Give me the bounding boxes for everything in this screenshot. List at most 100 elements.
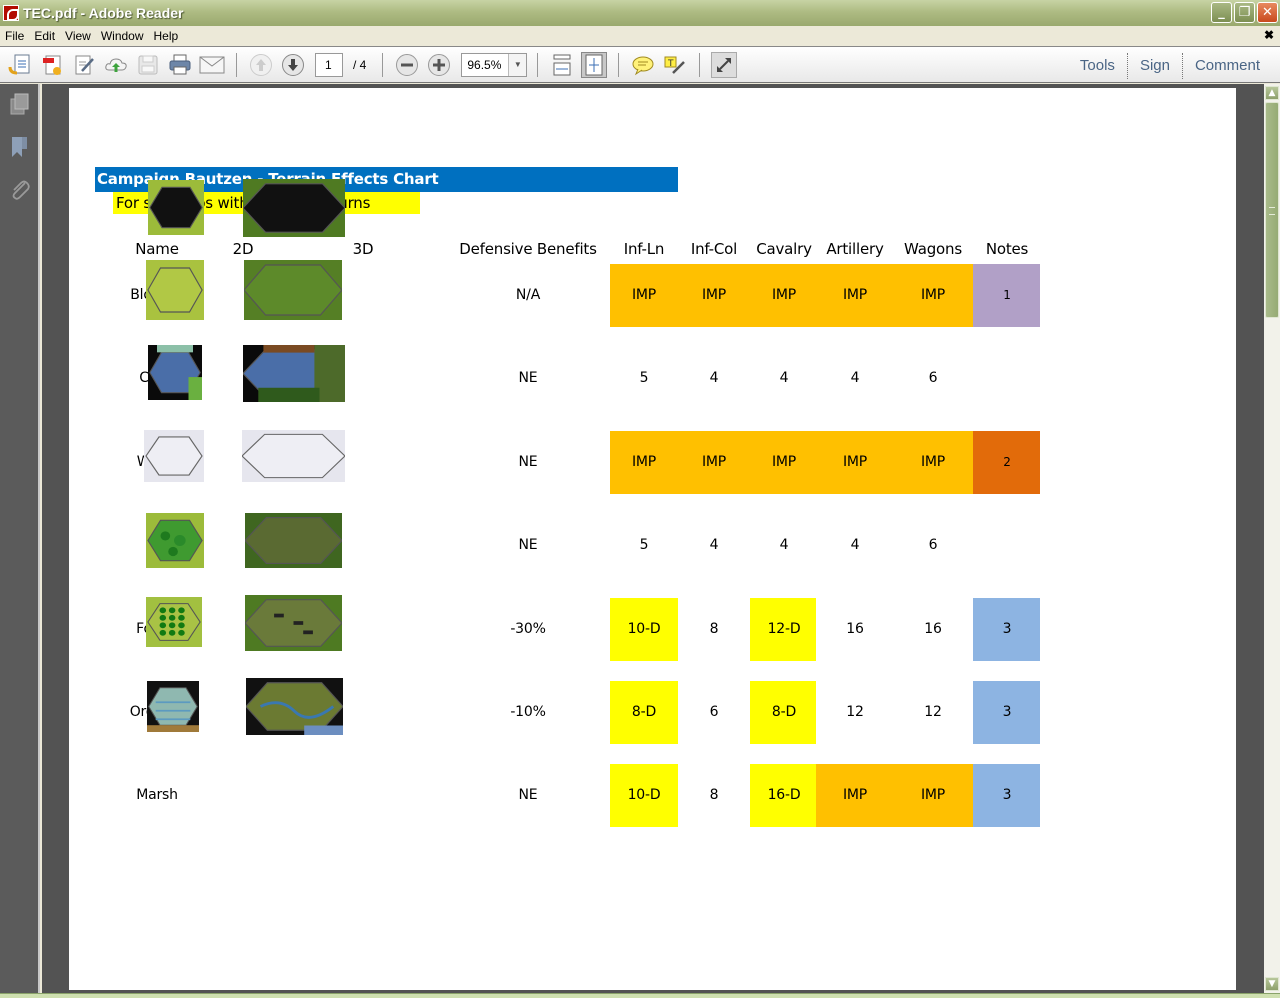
movement-cost-inf-ln: 8-D bbox=[631, 704, 657, 720]
highlight-text-icon[interactable]: T bbox=[662, 52, 688, 78]
minimize-button[interactable]: _ bbox=[1211, 2, 1232, 23]
terrain-2d-forest-image bbox=[146, 513, 204, 568]
scrollbar-thumb[interactable] bbox=[1265, 102, 1279, 318]
upload-cloud-icon[interactable] bbox=[103, 52, 129, 78]
tools-pane-button[interactable]: Tools bbox=[1068, 57, 1127, 74]
toolbar-separator bbox=[236, 52, 237, 77]
movement-cost-cavalry: IMP bbox=[771, 287, 797, 303]
column-header-3d: 3D bbox=[352, 240, 374, 258]
movement-cost-inf-ln: 5 bbox=[639, 537, 649, 553]
terrain-2d-water-image bbox=[148, 345, 202, 400]
toolbar-separator bbox=[382, 52, 384, 77]
page-number-input[interactable]: 1 bbox=[315, 52, 343, 77]
terrain-3d-marsh-image bbox=[246, 678, 343, 735]
full-screen-icon[interactable] bbox=[711, 51, 738, 78]
defensive-benefit: N/A bbox=[515, 287, 541, 303]
movement-cost-inf-ln: IMP bbox=[631, 287, 657, 303]
vertical-scrollbar[interactable]: ▲ ▼ bbox=[1264, 84, 1280, 993]
terrain-3d-blocked-image bbox=[243, 179, 345, 237]
movement-cost-inf-ln: 10-D bbox=[627, 621, 661, 637]
email-icon[interactable] bbox=[199, 52, 225, 78]
attachments-paperclip-icon[interactable] bbox=[8, 178, 32, 202]
page-total: / 4 bbox=[353, 57, 367, 72]
movement-cost-inf-col: IMP bbox=[701, 454, 727, 470]
navigation-pane bbox=[0, 84, 40, 993]
terrain-3d-ice-image bbox=[242, 430, 345, 482]
movement-cost-inf-col: 8 bbox=[709, 621, 719, 637]
movement-cost-inf-col: 8 bbox=[709, 787, 719, 803]
zoom-out-icon[interactable] bbox=[394, 52, 420, 78]
column-header-wagons: Wagons bbox=[904, 240, 962, 258]
zoom-level-value: 96.5% bbox=[467, 57, 502, 72]
edit-pdf-icon[interactable] bbox=[71, 52, 97, 78]
zoom-level-select[interactable]: 96.5% ▼ bbox=[461, 52, 528, 77]
save-icon[interactable] bbox=[135, 52, 161, 78]
movement-cost-artillery: IMP bbox=[842, 787, 868, 803]
previous-page-icon[interactable] bbox=[248, 52, 274, 78]
terrain-2d-orchard-image bbox=[146, 597, 202, 647]
scroll-down-button[interactable]: ▼ bbox=[1265, 977, 1279, 991]
movement-cost-inf-ln: 10-D bbox=[627, 787, 661, 803]
status-bar bbox=[0, 993, 1280, 998]
terrain-2d-blocked-image bbox=[148, 180, 204, 235]
movement-cost-wagons: IMP bbox=[920, 287, 946, 303]
bookmarks-icon[interactable] bbox=[8, 135, 32, 159]
close-document-icon[interactable]: ✖ bbox=[1264, 28, 1274, 42]
defensive-benefit: -30% bbox=[510, 621, 546, 637]
comment-pane-button[interactable]: Comment bbox=[1183, 57, 1272, 74]
scroll-up-button[interactable]: ▲ bbox=[1265, 86, 1279, 100]
movement-cost-artillery: 4 bbox=[850, 537, 860, 553]
next-page-icon[interactable] bbox=[280, 52, 306, 78]
note-reference: 3 bbox=[1002, 621, 1012, 637]
note-reference: 3 bbox=[1002, 787, 1012, 803]
column-header-notes: Notes bbox=[985, 240, 1029, 258]
sign-pane-button[interactable]: Sign bbox=[1128, 57, 1182, 74]
column-header-inf-ln: Inf-Ln bbox=[623, 240, 665, 258]
sticky-note-icon[interactable] bbox=[630, 52, 656, 78]
menu-view[interactable]: View bbox=[60, 29, 96, 43]
menu-file[interactable]: File bbox=[0, 29, 29, 43]
movement-cost-wagons: IMP bbox=[920, 787, 946, 803]
impassable-band bbox=[816, 764, 973, 827]
zoom-dropdown-icon[interactable]: ▼ bbox=[508, 53, 527, 76]
column-header-2d: 2D bbox=[232, 240, 254, 258]
open-file-icon[interactable] bbox=[7, 52, 33, 78]
toolbar-separator bbox=[699, 52, 701, 77]
restore-button[interactable]: ❐ bbox=[1234, 2, 1255, 23]
terrain-2d-marsh-image bbox=[147, 681, 199, 732]
movement-cost-cavalry: 16-D bbox=[767, 787, 801, 803]
close-button[interactable]: ✕ bbox=[1257, 2, 1278, 23]
menu-edit[interactable]: Edit bbox=[29, 29, 60, 43]
window-title: TEC.pdf - Adobe Reader bbox=[23, 5, 184, 21]
movement-cost-wagons: 12 bbox=[924, 704, 942, 720]
defensive-benefit: NE bbox=[518, 370, 538, 386]
defensive-benefit: NE bbox=[518, 787, 538, 803]
fit-width-icon[interactable] bbox=[549, 52, 575, 78]
create-pdf-icon[interactable] bbox=[39, 52, 65, 78]
column-header-defensive-benefits: Defensive Benefits bbox=[459, 240, 597, 258]
menu-help[interactable]: Help bbox=[149, 29, 184, 43]
terrain-effects-chart: Campaign Bautzen - Terrain Effects Chart… bbox=[69, 88, 1236, 990]
print-icon[interactable] bbox=[167, 52, 193, 78]
defensive-benefit: NE bbox=[518, 454, 538, 470]
toolbar-separator bbox=[618, 52, 620, 77]
note-reference: 2 bbox=[1003, 455, 1011, 469]
column-header-inf-col: Inf-Col bbox=[690, 240, 738, 258]
fit-page-icon[interactable] bbox=[581, 51, 608, 78]
movement-cost-inf-col: 6 bbox=[709, 704, 719, 720]
movement-cost-cavalry: 8-D bbox=[771, 704, 797, 720]
terrain-3d-water-image bbox=[243, 345, 345, 402]
terrain-name: Marsh bbox=[136, 787, 178, 803]
movement-cost-wagons: 6 bbox=[928, 370, 938, 386]
menu-bar: File Edit View Window Help ✖ bbox=[0, 26, 1280, 45]
pdf-page: Campaign Bautzen - Terrain Effects Chart… bbox=[69, 88, 1236, 990]
page-thumbnails-icon[interactable] bbox=[8, 92, 32, 116]
movement-cost-artillery: 12 bbox=[846, 704, 864, 720]
zoom-in-icon[interactable] bbox=[426, 52, 452, 78]
window-titlebar: TEC.pdf - Adobe Reader _ ❐ ✕ bbox=[0, 0, 1280, 26]
movement-cost-artillery: IMP bbox=[842, 454, 868, 470]
menu-window[interactable]: Window bbox=[96, 29, 149, 43]
svg-text:T: T bbox=[667, 59, 674, 69]
defensive-benefit: NE bbox=[518, 537, 538, 553]
note-reference: 3 bbox=[1002, 704, 1012, 720]
